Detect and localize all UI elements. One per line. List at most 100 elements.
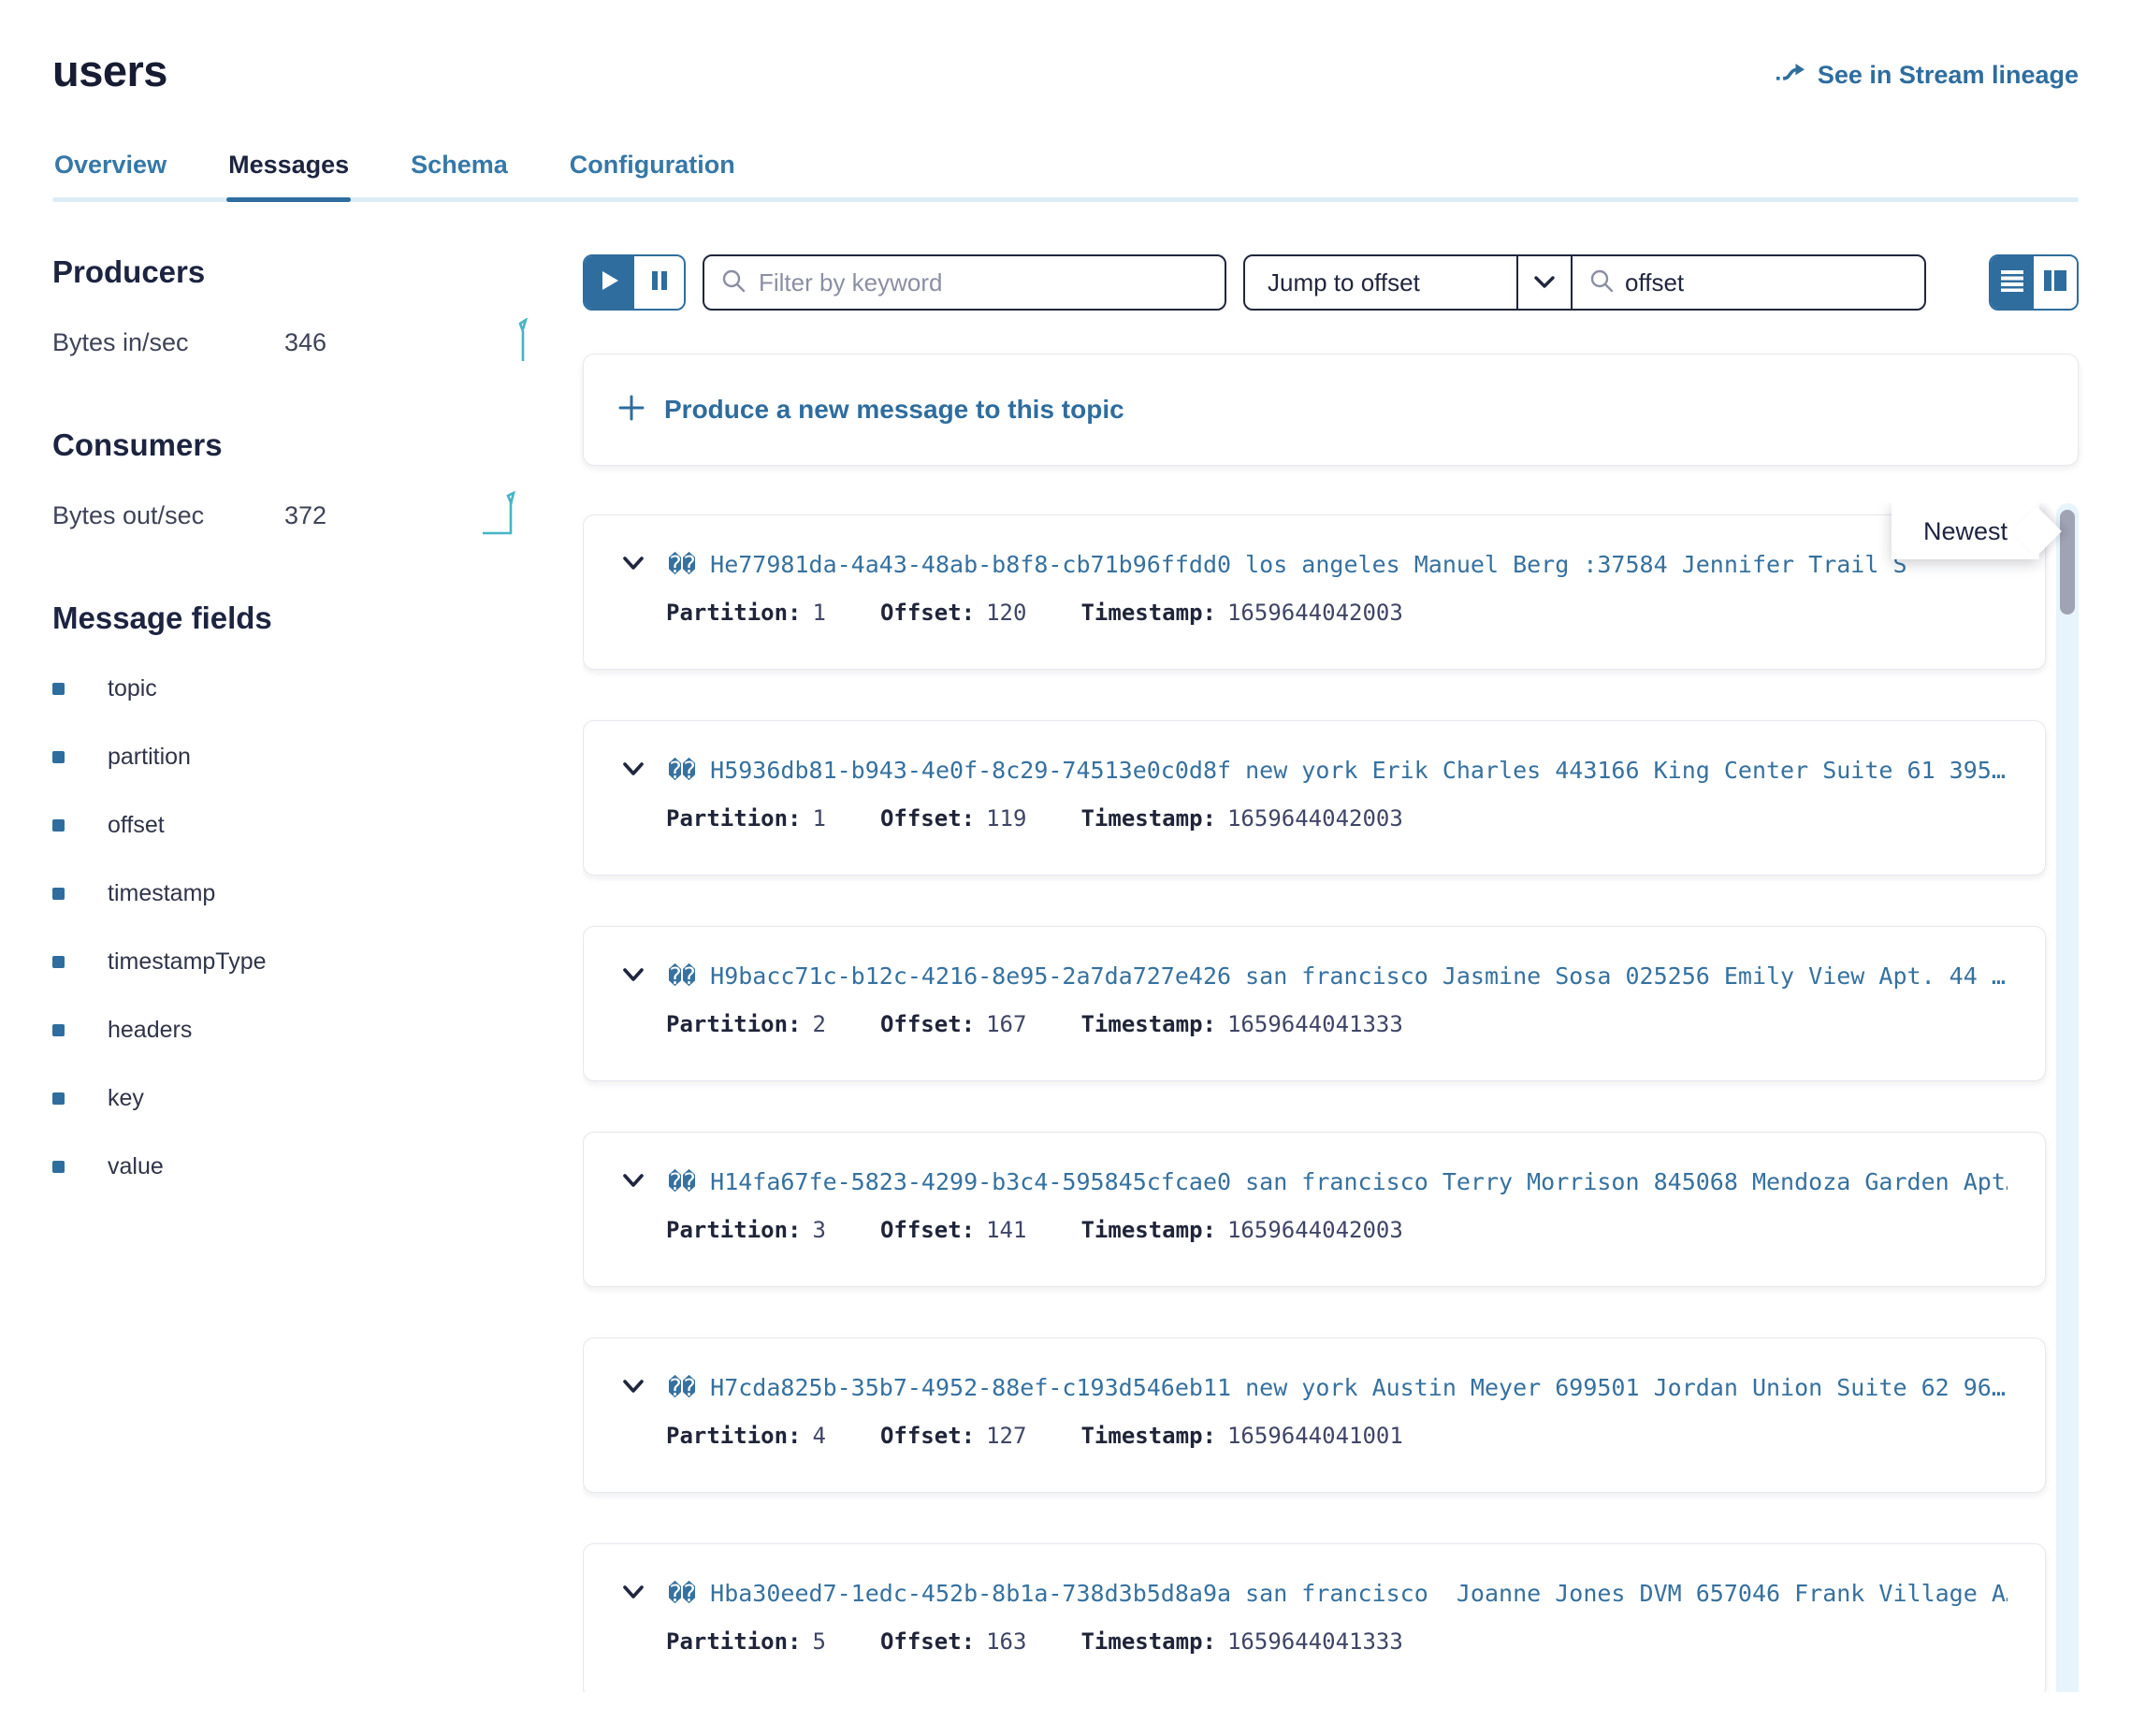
play-button[interactable] (585, 256, 634, 309)
plus-icon (617, 394, 645, 427)
tab-bar: Overview Messages Schema Configuration (52, 151, 2079, 202)
message-key[interactable]: �� H7cda825b-35b7-4952-88ef-c193d546eb11… (668, 1374, 2006, 1401)
offset-value: 120 (986, 600, 1026, 626)
message-meta: Partition:5 Offset:163 Timestamp:1659644… (666, 1628, 2008, 1655)
message-row[interactable]: �� H7cda825b-35b7-4952-88ef-c193d546eb11… (583, 1338, 2046, 1493)
header: users See in Stream lineage (52, 45, 2079, 96)
jump-to-offset-select[interactable]: Jump to offset (1245, 256, 1571, 309)
expand-chevron-icon[interactable] (621, 1172, 645, 1191)
message-key[interactable]: �� H5936db81-b943-4e0f-8c29-74513e0c0d8f… (668, 757, 2006, 784)
message-key[interactable]: �� H14fa67fe-5823-4299-b3c4-595845cfcae0… (668, 1168, 2008, 1195)
keyword-filter-input[interactable] (759, 268, 1208, 297)
expand-chevron-icon[interactable] (621, 966, 645, 985)
square-bullet-icon (52, 751, 65, 763)
view-toggle-group (1989, 254, 2079, 311)
message-key[interactable]: �� H9bacc71c-b12c-4216-8e95-2a7da727e426… (668, 962, 2006, 990)
field-item-headers[interactable]: headers (52, 1017, 529, 1044)
card-view-button[interactable] (2034, 256, 2077, 309)
expand-chevron-icon[interactable] (621, 1584, 645, 1602)
producers-metric-row: Bytes in/sec 346 (52, 318, 529, 368)
message-fields-heading: Message fields (52, 600, 529, 636)
sidebar: Producers Bytes in/sec 346 Consumers Byt… (52, 254, 529, 1692)
square-bullet-icon (52, 819, 65, 832)
keyword-filter-field[interactable] (703, 254, 1226, 311)
message-meta: Partition:1 Offset:120 Timestamp:1659644… (666, 600, 2008, 626)
newest-tooltip: Newest (1892, 503, 2039, 559)
tab-configuration[interactable]: Configuration (568, 151, 737, 202)
newest-tooltip-label: Newest (1923, 517, 2008, 546)
card-view-icon (2042, 268, 2068, 297)
chevron-down-icon[interactable] (1516, 256, 1571, 309)
message-fields-list: topic partition offset timestamp timesta… (52, 675, 529, 1180)
message-meta: Partition:2 Offset:167 Timestamp:1659644… (666, 1011, 2008, 1037)
square-bullet-icon (52, 1024, 65, 1036)
messages-scrollbar-thumb[interactable] (2060, 510, 2075, 615)
square-bullet-icon (52, 683, 65, 695)
square-bullet-icon (52, 888, 65, 900)
offset-search-input[interactable] (1625, 268, 1926, 297)
field-item-value[interactable]: value (52, 1153, 529, 1180)
partition-value: 2 (813, 1011, 826, 1037)
message-key[interactable]: �� He77981da-4a43-48ab-b8f8-cb71b96ffdd0… (668, 551, 1907, 578)
jump-to-offset-group: Jump to offset (1243, 254, 1926, 311)
field-item-topic[interactable]: topic (52, 675, 529, 702)
offset-value: 163 (986, 1628, 1026, 1655)
partition-value: 3 (813, 1217, 826, 1243)
search-icon (721, 268, 746, 297)
timestamp-value: 1659644042003 (1227, 1217, 1403, 1243)
square-bullet-icon (52, 956, 65, 968)
timestamp-value: 1659644042003 (1227, 600, 1403, 626)
play-pause-group (583, 254, 686, 311)
field-item-partition[interactable]: partition (52, 744, 529, 771)
expand-chevron-icon[interactable] (621, 555, 645, 573)
field-item-key[interactable]: key (52, 1085, 529, 1112)
offset-value: 127 (986, 1423, 1026, 1449)
message-row[interactable]: �� He77981da-4a43-48ab-b8f8-cb71b96ffdd0… (583, 514, 2046, 670)
field-item-offset[interactable]: offset (52, 812, 529, 839)
search-icon (1589, 268, 1614, 297)
stream-lineage-label: See in Stream lineage (1818, 61, 2079, 90)
expand-chevron-icon[interactable] (621, 1378, 645, 1396)
message-meta: Partition:3 Offset:141 Timestamp:1659644… (666, 1217, 2008, 1243)
message-meta: Partition:4 Offset:127 Timestamp:1659644… (666, 1423, 2008, 1449)
message-row[interactable]: �� H14fa67fe-5823-4299-b3c4-595845cfcae0… (583, 1132, 2046, 1287)
tab-schema[interactable]: Schema (409, 151, 510, 202)
offset-value: 167 (986, 1011, 1026, 1037)
expand-chevron-icon[interactable] (621, 760, 645, 779)
content: Producers Bytes in/sec 346 Consumers Byt… (52, 254, 2079, 1692)
list-view-button[interactable] (1991, 256, 2034, 309)
produce-message-label: Produce a new message to this topic (664, 395, 1124, 425)
tab-overview[interactable]: Overview (52, 151, 168, 202)
stream-lineage-link[interactable]: See in Stream lineage (1775, 58, 2079, 93)
messages-toolbar: Jump to offset (583, 254, 2079, 311)
produce-message-button[interactable]: Produce a new message to this topic (583, 354, 2079, 466)
offset-value: 141 (986, 1217, 1026, 1243)
consumers-heading: Consumers (52, 427, 529, 463)
message-row[interactable]: �� H9bacc71c-b12c-4216-8e95-2a7da727e426… (583, 926, 2046, 1081)
timestamp-value: 1659644042003 (1227, 805, 1403, 832)
producers-heading: Producers (52, 254, 529, 290)
bytes-in-value: 346 (284, 328, 326, 357)
bytes-out-sparkline-icon (481, 491, 529, 541)
list-view-icon (1999, 268, 2025, 297)
lineage-arrow-icon (1775, 58, 1806, 93)
pause-button[interactable] (634, 256, 684, 309)
bytes-in-label: Bytes in/sec (52, 328, 284, 357)
field-item-timestamp[interactable]: timestamp (52, 880, 529, 907)
message-row[interactable]: �� H5936db81-b943-4e0f-8c29-74513e0c0d8f… (583, 720, 2046, 875)
message-key[interactable]: �� Hba30eed7-1edc-452b-8b1a-738d3b5d8a9a… (668, 1580, 2008, 1607)
tab-messages[interactable]: Messages (226, 151, 351, 202)
bytes-out-value: 372 (284, 501, 326, 530)
messages-scrollbar-track[interactable] (2056, 503, 2079, 1692)
messages-list: �� He77981da-4a43-48ab-b8f8-cb71b96ffdd0… (583, 503, 2079, 1692)
offset-value: 119 (986, 805, 1026, 832)
partition-value: 1 (813, 600, 826, 626)
timestamp-value: 1659644041333 (1227, 1011, 1403, 1037)
page-title: users (52, 45, 167, 96)
square-bullet-icon (52, 1161, 65, 1173)
bytes-in-sparkline-icon (490, 318, 529, 368)
offset-search-field[interactable] (1571, 256, 1924, 309)
message-row[interactable]: �� Hba30eed7-1edc-452b-8b1a-738d3b5d8a9a… (583, 1543, 2046, 1692)
main-panel: Jump to offset (583, 254, 2079, 1692)
field-item-timestampType[interactable]: timestampType (52, 948, 529, 976)
